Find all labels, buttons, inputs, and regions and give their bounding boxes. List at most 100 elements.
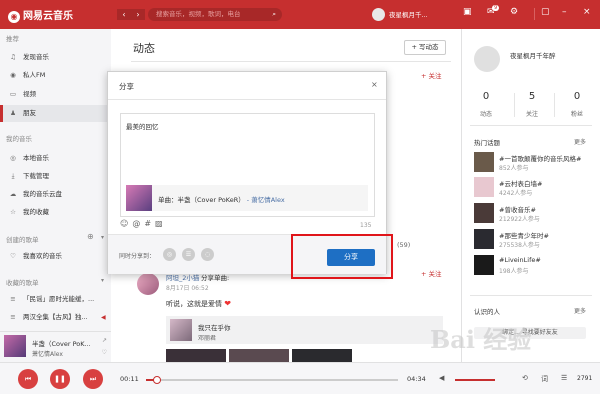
playlist-icon[interactable]: ☰	[561, 374, 567, 382]
topic-item[interactable]: #LiveinLife# 198人参与	[474, 255, 594, 275]
settings-icon[interactable]: ⚙	[510, 7, 518, 17]
song-artist[interactable]: 邓丽君	[198, 333, 216, 342]
previous-button[interactable]: ⏮	[18, 369, 38, 389]
sidebar-item-downloads[interactable]: ⤓ 下载管理	[0, 168, 111, 185]
post-text-content: 听说，这就是爱情	[166, 300, 222, 308]
avatar[interactable]	[474, 46, 500, 72]
heart-icon: ♡	[10, 252, 16, 260]
divider	[534, 8, 535, 20]
now-playing[interactable]: 半盏（Cover PoK... 萧忆情Alex ↗ ♡	[0, 331, 111, 363]
topic-item[interactable]: #云村表白墙# 4242人参与	[474, 177, 594, 197]
back-button[interactable]: ‹	[117, 9, 131, 20]
song-cover[interactable]	[170, 319, 192, 341]
topic-item[interactable]: #那些青少年时# 275538人参与	[474, 229, 594, 249]
avatar[interactable]	[137, 273, 159, 295]
mention-icon[interactable]: @	[132, 219, 144, 228]
volume-slider[interactable]	[455, 379, 495, 381]
shared-song-card: 单曲：半盏（Cover PoKeR） - 萧忆情Alex	[126, 185, 368, 211]
sidebar-item-local[interactable]: ◎ 本地音乐	[0, 150, 111, 167]
renren-icon[interactable]: ◌	[201, 248, 214, 261]
pause-button[interactable]: ❚❚	[50, 369, 70, 389]
hot-topics-title: 热门话题	[474, 139, 500, 147]
sidebar-item-playlist[interactable]: ≡ 两汉全集【古风】独...	[0, 309, 111, 326]
post-song-card[interactable]: 我只在乎你 邓丽君	[166, 316, 443, 344]
sidebar-item-fm[interactable]: ◉ 私人FM	[0, 67, 111, 84]
close-icon[interactable]: ×	[371, 80, 378, 89]
section-collected-playlists: 收藏的歌单	[6, 279, 39, 287]
top-bar: ◉ 网易云音乐 ‹ › 搜索音乐，视频，歌词，电台 ⌕ 夜星枫月千... ▣ ✉ 9…	[0, 0, 600, 29]
share-to-label: 同时分享到：	[119, 253, 156, 260]
now-playing-artist[interactable]: 萧忆情Alex	[32, 349, 63, 358]
app-logo[interactable]: ◉ 网易云音乐	[8, 7, 73, 23]
qzone-icon[interactable]: ☰	[182, 248, 195, 261]
write-post-button[interactable]: + 写动态	[404, 40, 446, 55]
radio-icon: ◉	[10, 71, 16, 79]
sidebar-item-label: 我喜欢的音乐	[23, 252, 62, 260]
volume-icon[interactable]: ◀	[439, 374, 444, 382]
emoji-icon[interactable]: ☺	[120, 219, 132, 228]
user-name[interactable]: 夜星枫月千...	[389, 9, 428, 19]
lyrics-icon[interactable]: 词	[541, 374, 548, 384]
download-icon: ⤓	[11, 172, 15, 180]
sidebar-item-label: 视频	[23, 90, 36, 98]
sidebar-item-friends[interactable]: ♟ 朋友	[0, 105, 111, 122]
search-icon[interactable]: ⌕	[272, 8, 276, 21]
more-people-link[interactable]: 更多	[574, 306, 586, 315]
topic-count: 4242人参与	[499, 190, 533, 197]
total-time: 04:34	[407, 375, 426, 383]
heart-icon[interactable]: ♡	[102, 349, 107, 356]
section-created-playlists: 创建的歌单	[6, 236, 39, 244]
topic-item[interactable]: #曾收音乐# 212922人参与	[474, 203, 594, 223]
post-image[interactable]	[229, 349, 289, 362]
weibo-icon[interactable]: ◎	[163, 248, 176, 261]
divider	[108, 99, 386, 100]
mini-mode-icon[interactable]: ▢	[541, 7, 550, 17]
stat-followers-count[interactable]: 0	[562, 91, 592, 102]
more-topics-link[interactable]: 更多	[574, 137, 586, 146]
search-input[interactable]: 搜索音乐，视频，歌词，电台 ⌕	[148, 8, 282, 21]
sidebar-item-label: 我的音乐云盘	[23, 190, 62, 198]
sidebar-item-collection[interactable]: ☆ 我的收藏	[0, 204, 111, 221]
sidebar-item-liked[interactable]: ♡ 我喜欢的音乐	[0, 248, 111, 265]
stat-following-label: 关注	[525, 111, 538, 118]
search-placeholder: 搜索音乐，视频，歌词，电台	[156, 10, 241, 18]
stat-following-count[interactable]: 5	[517, 91, 547, 102]
skin-icon[interactable]: ▣	[463, 7, 472, 17]
progress-slider[interactable]	[146, 376, 398, 384]
post-image[interactable]	[166, 349, 226, 362]
profile-user-name[interactable]: 夜星枫月千年醉	[510, 50, 556, 60]
loop-icon[interactable]: ⟲	[522, 374, 528, 382]
add-playlist-icon[interactable]: ⊕	[87, 232, 94, 241]
progress-knob[interactable]	[153, 376, 162, 384]
comment-count[interactable]: (59)	[397, 241, 410, 249]
song-artist: - 萧忆情Alex	[246, 196, 285, 204]
hashtag-icon[interactable]: #	[144, 219, 155, 228]
user-avatar[interactable]	[372, 8, 385, 21]
chevron-down-icon[interactable]: ▾	[101, 234, 104, 241]
image-icon[interactable]: ▨	[155, 219, 167, 228]
forward-button[interactable]: ›	[131, 9, 145, 20]
topic-title: #那些青少年时#	[499, 232, 549, 240]
topic-count: 852人参与	[499, 165, 529, 172]
share-icon[interactable]: ↗	[102, 337, 107, 344]
topic-item[interactable]: #一首歌颠覆你的音乐风格# 852人参与	[474, 152, 594, 172]
post-image[interactable]	[292, 349, 352, 362]
divider	[131, 61, 451, 62]
song-cover	[126, 185, 152, 211]
minimize-icon[interactable]: –	[562, 7, 567, 17]
share-text-input[interactable]: 最美的回忆 单曲：半盏（Cover PoKeR） - 萧忆情Alex	[120, 113, 375, 217]
sidebar-item-playlist[interactable]: ≡ 「民谣」愿时光能缓，...	[0, 291, 111, 308]
chevron-down-icon[interactable]: ▾	[101, 277, 104, 284]
follow-button[interactable]: + 关注	[421, 70, 442, 80]
sidebar-item-cloud[interactable]: ☁ 我的音乐云盘	[0, 186, 111, 203]
sidebar-item-label: 发现音乐	[23, 53, 49, 61]
sidebar-item-discover[interactable]: ♫ 发现音乐	[0, 49, 111, 66]
close-icon[interactable]: ×	[583, 7, 591, 17]
album-cover[interactable]	[4, 335, 26, 357]
stat-posts-count[interactable]: 0	[471, 91, 501, 102]
playlist-count[interactable]: 2791	[577, 375, 592, 382]
sidebar-item-video[interactable]: ▭ 视频	[0, 86, 111, 103]
follow-button[interactable]: + 关注	[421, 268, 442, 278]
share-text: 最美的回忆	[126, 123, 159, 131]
next-button[interactable]: ⏭	[83, 369, 103, 389]
